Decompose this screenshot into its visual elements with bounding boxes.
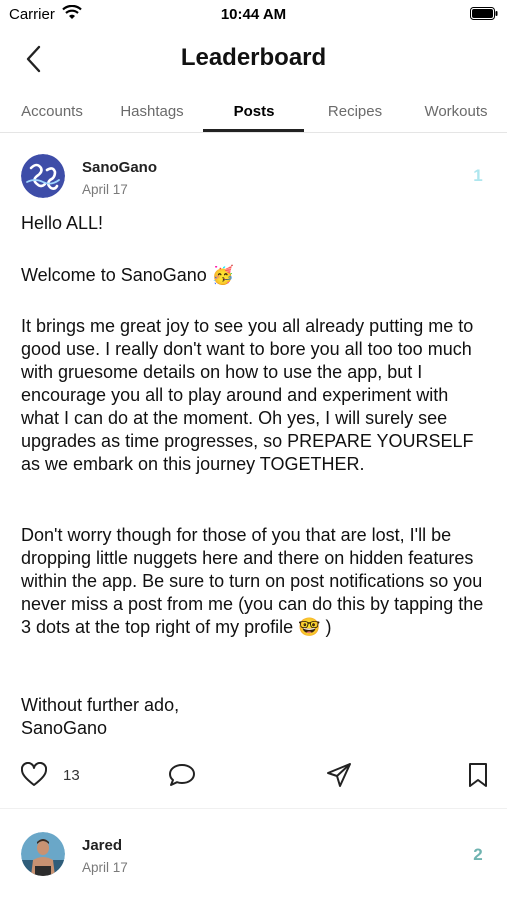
post-text-welcome: Welcome to SanoGano 🥳 (21, 265, 235, 285)
post-author[interactable]: SanoGano (82, 159, 157, 176)
status-time: 10:44 AM (220, 6, 287, 23)
post-date: April 17 (82, 182, 128, 197)
post-text-greeting: Hello ALL! (21, 213, 104, 233)
heart-icon[interactable] (21, 762, 47, 788)
post-divider (0, 808, 507, 809)
page-title: Leaderboard (180, 44, 327, 71)
avatar[interactable] (21, 832, 65, 876)
tab-posts[interactable]: Posts (210, 103, 298, 120)
rank-badge: 2 (473, 845, 483, 864)
tabs-divider (0, 132, 507, 133)
post-text-paragraph: Don't worry though for those of you that… (21, 525, 489, 637)
post-date: April 17 (82, 860, 128, 875)
rank-badge: 1 (473, 166, 483, 185)
post-text-signoff: Without further ado, (21, 695, 180, 715)
tab-hashtags[interactable]: Hashtags (110, 103, 194, 120)
comment-icon[interactable] (168, 762, 196, 788)
tab-recipes[interactable]: Recipes (314, 103, 396, 120)
like-count: 13 (63, 767, 80, 784)
tab-workouts[interactable]: Workouts (416, 103, 496, 120)
status-bar: Carrier 10:44 AM (0, 0, 507, 32)
avatar[interactable] (21, 154, 65, 198)
post-text-signature: SanoGano (21, 718, 108, 738)
battery-icon (470, 7, 498, 20)
post-text-paragraph: It brings me great joy to see you all al… (21, 316, 479, 474)
send-icon[interactable] (326, 762, 352, 788)
post-author[interactable]: Jared (82, 837, 122, 854)
tab-accounts[interactable]: Accounts (12, 103, 92, 120)
bookmark-icon[interactable] (467, 762, 489, 788)
